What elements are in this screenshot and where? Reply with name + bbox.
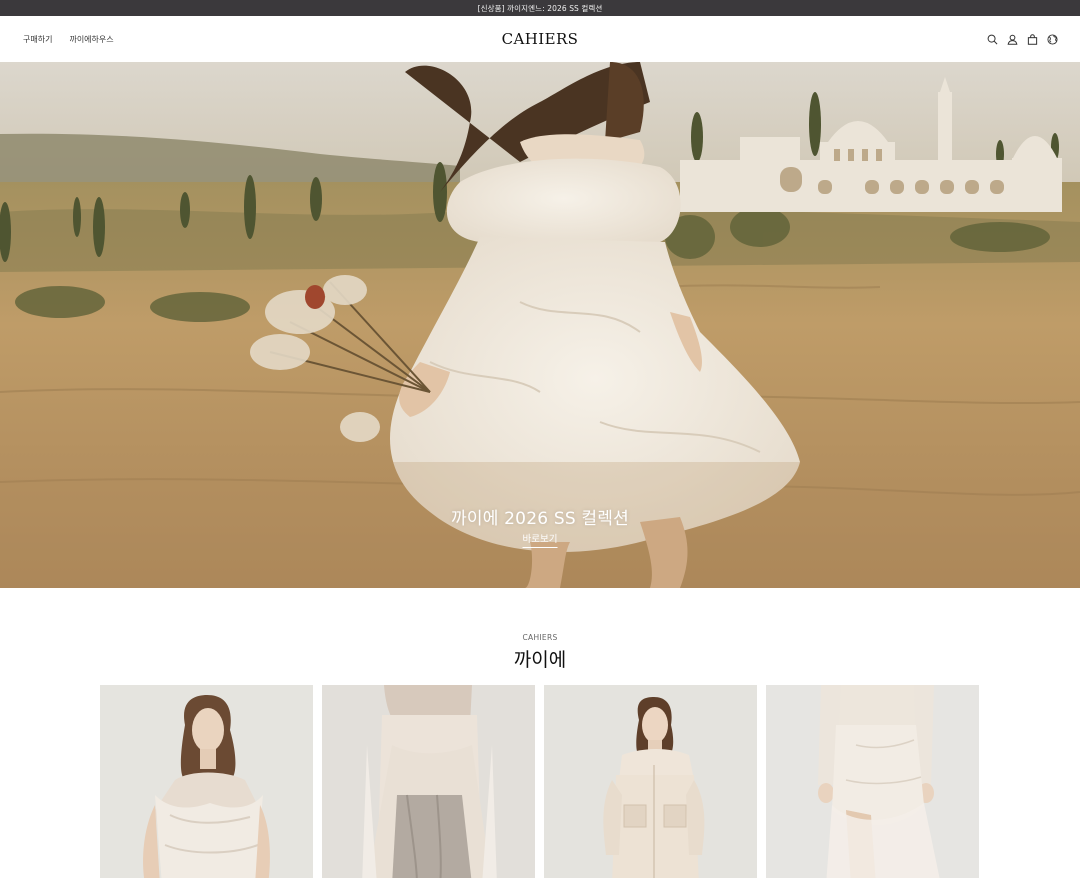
site-header: 구매하기 까이에하우스 CAHIERS: [0, 16, 1080, 62]
product-card-2[interactable]: [322, 685, 535, 878]
product-card-3[interactable]: [544, 685, 757, 878]
product-image: [544, 685, 757, 878]
product-card-1[interactable]: [100, 685, 313, 878]
header-actions: [987, 33, 1058, 45]
account-icon[interactable]: [1007, 34, 1018, 45]
product-image: [322, 685, 535, 878]
brand-logo[interactable]: CAHIERS: [502, 30, 579, 48]
main-nav: 구매하기 까이에하우스: [23, 34, 114, 45]
product-card-4[interactable]: [766, 685, 979, 878]
hero-view-now-link[interactable]: 바로보기: [522, 531, 558, 548]
nav-cahiers-house-link[interactable]: 까이에하우스: [69, 34, 113, 45]
globe-icon[interactable]: [1047, 33, 1058, 45]
announcement-bar[interactable]: [신상품] 까이지엔느: 2026 SS 컬렉션: [0, 0, 1080, 16]
product-image: [766, 685, 979, 878]
hero-banner[interactable]: 까이에 2026 SS 컬렉션 바로보기: [0, 62, 1080, 588]
product-image: [100, 685, 313, 878]
search-icon[interactable]: [987, 34, 998, 45]
product-grid: [0, 685, 1080, 878]
hero-title: 까이에 2026 SS 컬렉션: [451, 509, 629, 529]
section-subtitle: CAHIERS: [522, 633, 558, 642]
announcement-text[interactable]: [신상품] 까이지엔느: 2026 SS 컬렉션: [478, 3, 603, 14]
cart-icon[interactable]: [1027, 33, 1038, 45]
brand-section-header: CAHIERS 까이에: [0, 588, 1080, 685]
nav-shop-link[interactable]: 구매하기: [23, 34, 52, 45]
section-title: 까이에: [513, 649, 567, 671]
